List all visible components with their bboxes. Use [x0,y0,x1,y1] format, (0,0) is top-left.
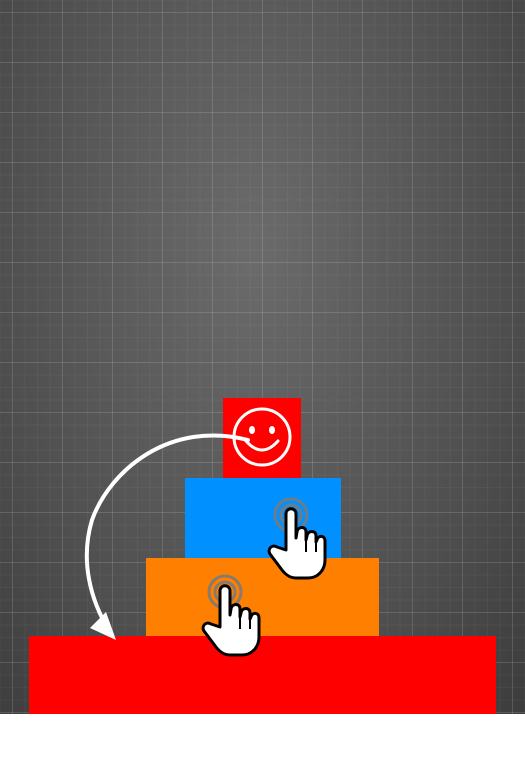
tap-hand-icon [267,497,327,580]
bottom-bar [0,714,525,763]
tap-hand-icon-2 [201,574,261,657]
game-stage [0,0,525,714]
base-block[interactable] [29,636,496,714]
